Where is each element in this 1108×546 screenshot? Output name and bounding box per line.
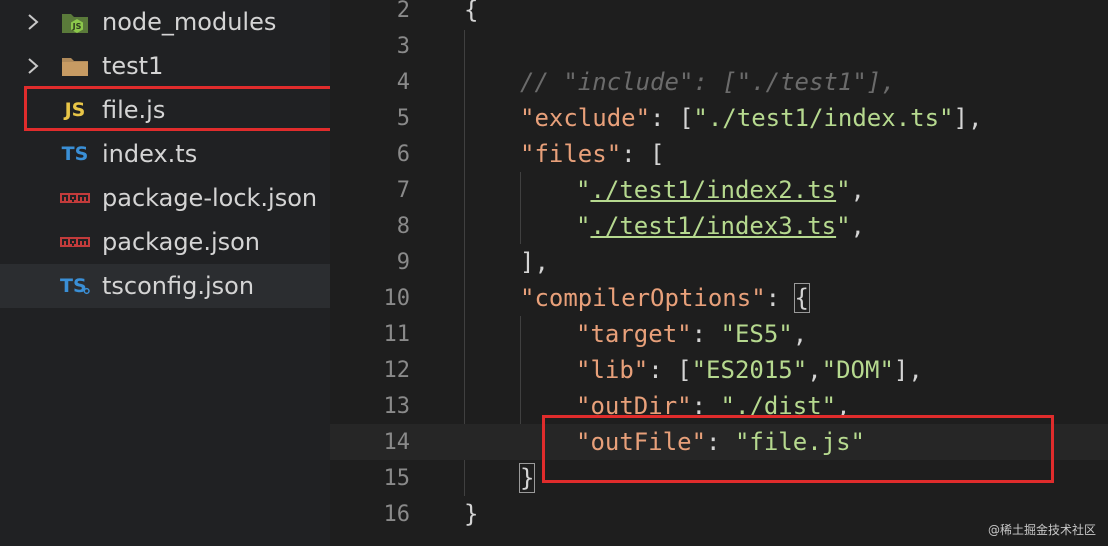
json-string: "ES2015" (691, 356, 808, 384)
json-string-quote: " (836, 212, 851, 240)
code-line[interactable]: 2 { (330, 0, 1108, 28)
code-line[interactable]: 11 "target": "ES5", (330, 316, 1108, 352)
line-number: 16 (383, 501, 411, 527)
svg-text:JS: JS (72, 22, 82, 31)
code-comment: // "include": ["./test1"], (520, 68, 896, 96)
json-key: "files" (520, 140, 622, 168)
line-number: 13 (383, 393, 411, 419)
tree-item-package-lock-json[interactable]: package-lock.json (0, 176, 330, 220)
json-key: "lib" (576, 356, 649, 384)
code-line[interactable]: 10 "compilerOptions": { (330, 280, 1108, 316)
tree-item-node-modules[interactable]: JS node_modules (0, 0, 330, 44)
json-string: "DOM" (821, 356, 894, 384)
line-number: 8 (396, 213, 410, 239)
line-number: 12 (383, 357, 411, 383)
code-line[interactable]: 5 "exclude": ["./test1/index.ts"], (330, 100, 1108, 136)
line-number: 5 (396, 105, 410, 131)
punctuation: , (850, 176, 865, 204)
json-string: "./test1/index.ts" (693, 104, 954, 132)
punctuation: : [ (648, 356, 692, 384)
tsconfig-file-icon: TS (60, 264, 90, 308)
tree-item-label: tsconfig.json (102, 272, 255, 300)
code-line[interactable]: 7 "./test1/index2.ts", (330, 172, 1108, 208)
json-key: "target" (576, 320, 692, 348)
punctuation: : [ (650, 104, 694, 132)
npm-icon (60, 220, 90, 264)
code-line[interactable]: 12 "lib": ["ES2015","DOM"], (330, 352, 1108, 388)
tree-item-label: test1 (102, 52, 164, 80)
chevron-right-icon[interactable] (26, 44, 46, 88)
line-number: 14 (383, 429, 411, 455)
json-key: "compilerOptions" (520, 284, 766, 312)
punctuation: : (765, 284, 795, 312)
tree-item-label: node_modules (102, 8, 277, 36)
gear-icon (83, 287, 90, 295)
npm-icon (60, 176, 90, 220)
code-text: "compilerOptions": { (520, 283, 811, 313)
line-number: 11 (383, 321, 411, 347)
code-line[interactable]: 3 (330, 28, 1108, 64)
json-string-path-link[interactable]: ./test1/index3.ts (590, 212, 836, 240)
folder-icon (60, 44, 90, 88)
node-folder-icon: JS (60, 0, 90, 44)
punctuation: ], (953, 104, 983, 132)
code-text: "target": "ES5", (576, 320, 807, 348)
line-number: 15 (383, 465, 411, 491)
tree-item-tsconfig-json[interactable]: TS tsconfig.json (0, 264, 330, 308)
json-string-quote: " (836, 176, 851, 204)
punctuation: , (792, 320, 808, 348)
file-explorer: JS node_modules test1 JS file.js TS inde… (0, 0, 378, 546)
code-line[interactable]: 4 // "include": ["./test1"], (330, 64, 1108, 100)
tree-item-label: index.ts (102, 140, 198, 168)
line-number: 3 (396, 33, 410, 59)
code-text: "./test1/index3.ts", (576, 212, 865, 240)
code-line[interactable]: 6 "files": [ (330, 136, 1108, 172)
json-key: "exclude" (520, 104, 651, 132)
json-string-path-link[interactable]: ./test1/index2.ts (590, 176, 836, 204)
matched-bracket: { (793, 283, 811, 313)
code-text: } (464, 500, 479, 528)
line-number: 2 (396, 0, 410, 23)
typescript-file-icon: TS (61, 143, 89, 165)
code-text: { (464, 0, 479, 24)
tree-item-label: package.json (102, 228, 261, 256)
line-number: 10 (383, 285, 411, 311)
code-text: ], (520, 248, 549, 276)
matched-bracket: } (518, 463, 536, 493)
chevron-right-icon[interactable] (26, 0, 46, 44)
punctuation: , (807, 356, 822, 384)
json-string-quote: " (576, 176, 591, 204)
punctuation: : [ (621, 140, 665, 168)
tree-item-package-json[interactable]: package.json (0, 220, 330, 264)
punctuation: , (850, 212, 865, 240)
tree-item-index-ts[interactable]: TS index.ts (0, 132, 330, 176)
annotation-highlight-box (542, 415, 1054, 483)
code-text: "exclude": ["./test1/index.ts"], (520, 104, 982, 132)
code-text: "files": [ (520, 140, 665, 168)
punctuation: ], (893, 356, 923, 384)
line-number: 6 (396, 141, 410, 167)
json-string-quote: " (576, 212, 591, 240)
punctuation: : (691, 320, 721, 348)
watermark: @稀土掘金技术社区 (987, 523, 1096, 537)
json-string: "ES5" (720, 320, 793, 348)
line-number: 9 (396, 249, 410, 275)
code-text: "lib": ["ES2015","DOM"], (576, 356, 923, 384)
code-text: "./test1/index2.ts", (576, 176, 865, 204)
line-number: 4 (396, 69, 410, 95)
code-line[interactable]: 9 ], (330, 244, 1108, 280)
tree-item-test1[interactable]: test1 (0, 44, 330, 88)
code-line[interactable]: 8 "./test1/index3.ts", (330, 208, 1108, 244)
tree-item-label: package-lock.json (102, 184, 318, 212)
line-number: 7 (396, 177, 410, 203)
annotation-highlight-box (24, 86, 378, 131)
